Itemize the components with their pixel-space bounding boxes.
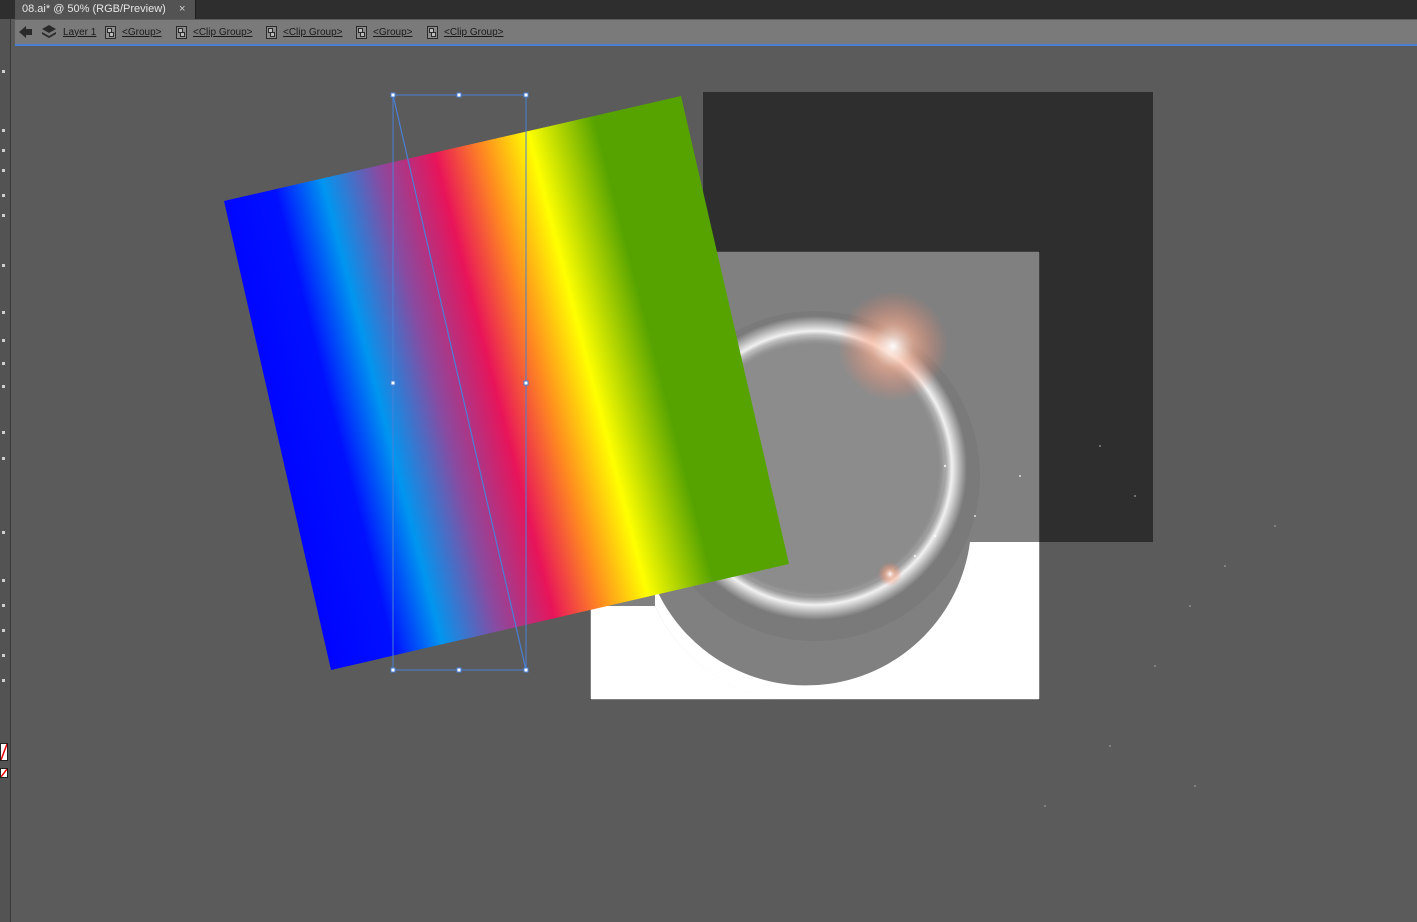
group-icon (105, 25, 116, 39)
layers-icon (42, 25, 56, 39)
tool-flyout-marker[interactable] (2, 194, 5, 197)
tool-flyout-marker[interactable] (2, 579, 5, 582)
breadcrumb-group[interactable]: <Group> (105, 20, 161, 44)
tool-flyout-marker[interactable] (2, 129, 5, 132)
breadcrumb-label: <Clip Group> (193, 26, 253, 38)
tool-flyout-marker[interactable] (2, 629, 5, 632)
tool-flyout-marker[interactable] (2, 457, 5, 460)
clip-group-icon (427, 25, 438, 39)
tool-flyout-marker[interactable] (2, 149, 5, 152)
clip-group-icon (176, 25, 187, 39)
group-icon (356, 25, 367, 39)
breadcrumb-label: <Group> (373, 26, 413, 38)
tool-flyout-marker[interactable] (2, 385, 5, 388)
stroke-swatch[interactable] (0, 768, 8, 778)
tool-flyout-marker[interactable] (2, 264, 5, 267)
tool-flyout-marker[interactable] (2, 679, 5, 682)
tool-flyout-marker[interactable] (2, 362, 5, 365)
breadcrumb-clip-group[interactable]: <Clip Group> (176, 20, 252, 44)
document-tab[interactable]: 08.ai* @ 50% (RGB/Preview) × (15, 0, 196, 19)
document-tab-title: 08.ai* @ 50% (RGB/Preview) (22, 3, 166, 15)
breadcrumb-clip-group[interactable]: <Clip Group> (266, 20, 342, 44)
breadcrumb-clip-group[interactable]: <Clip Group> (427, 20, 503, 44)
breadcrumb-label: <Clip Group> (444, 26, 504, 38)
fill-swatch[interactable] (0, 743, 8, 761)
close-icon[interactable]: × (179, 0, 185, 19)
tool-flyout-marker[interactable] (2, 70, 5, 73)
tool-flyout-marker[interactable] (2, 311, 5, 314)
breadcrumb-label: Layer 1 (63, 26, 97, 38)
tool-flyout-marker[interactable] (2, 531, 5, 534)
tool-flyout-marker[interactable] (2, 654, 5, 657)
breadcrumb-layer[interactable]: Layer 1 (63, 20, 96, 44)
breadcrumb-group[interactable]: <Group> (356, 20, 412, 44)
back-arrow-icon[interactable] (19, 26, 33, 38)
document-tab-bar: 08.ai* @ 50% (RGB/Preview) × (0, 0, 1417, 19)
breadcrumb-label: <Clip Group> (283, 26, 343, 38)
clip-group-icon (266, 25, 277, 39)
tool-flyout-marker[interactable] (2, 214, 5, 217)
breadcrumb-label: <Group> (122, 26, 162, 38)
artboard-canvas[interactable] (15, 46, 1417, 922)
tools-panel (0, 19, 11, 922)
tool-flyout-marker[interactable] (2, 604, 5, 607)
tool-flyout-marker[interactable] (2, 431, 5, 434)
tool-flyout-marker[interactable] (2, 339, 5, 342)
isolation-mode-bar: Layer 1 <Group> <Clip Group> <Clip Group… (15, 20, 1417, 46)
tool-flyout-marker[interactable] (2, 169, 5, 172)
